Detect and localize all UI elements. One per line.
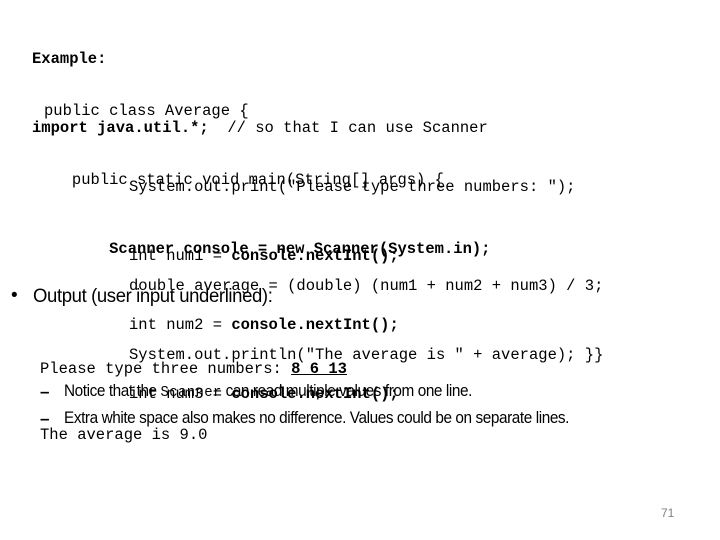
sub-bullet-item-2: – Extra white space also makes no differ…: [40, 406, 720, 433]
sub-bullet-1-after: can read multiple values from one line.: [221, 382, 473, 400]
code-line-print-prompt: System.out.print("Please type three numb…: [129, 178, 576, 196]
code-line-class-decl: public class Average {: [44, 102, 249, 120]
dash-marker-icon: –: [40, 409, 50, 428]
slide-canvas: Example: import java.util.*; // so that …: [0, 0, 720, 540]
bullet-dot-icon: •: [11, 285, 18, 306]
page-number: 71: [661, 506, 675, 520]
sub-bullet-list: – Notice that the Scanner can read multi…: [40, 379, 720, 433]
sub-bullet-item-1: – Notice that the Scanner can read multi…: [40, 379, 720, 406]
sub-bullet-1-mono: Scanner: [160, 384, 222, 401]
dash-marker-icon: –: [40, 382, 50, 401]
sub-bullet-1-before: Notice that the: [64, 382, 161, 400]
sub-bullet-text-2: Extra white space also makes no differen…: [64, 409, 570, 427]
console-prompt-text: Please type three numbers:: [40, 360, 292, 378]
console-output-line-1: Please type three numbers: 8 6 13: [40, 358, 347, 380]
bullet-output-label: Output (user input underlined):: [33, 285, 273, 307]
console-user-input: 8 6 13: [291, 360, 347, 378]
bullet-output: • Output (user input underlined):: [8, 284, 708, 308]
sub-bullet-text-1: Notice that the Scanner can read multipl…: [64, 379, 472, 405]
